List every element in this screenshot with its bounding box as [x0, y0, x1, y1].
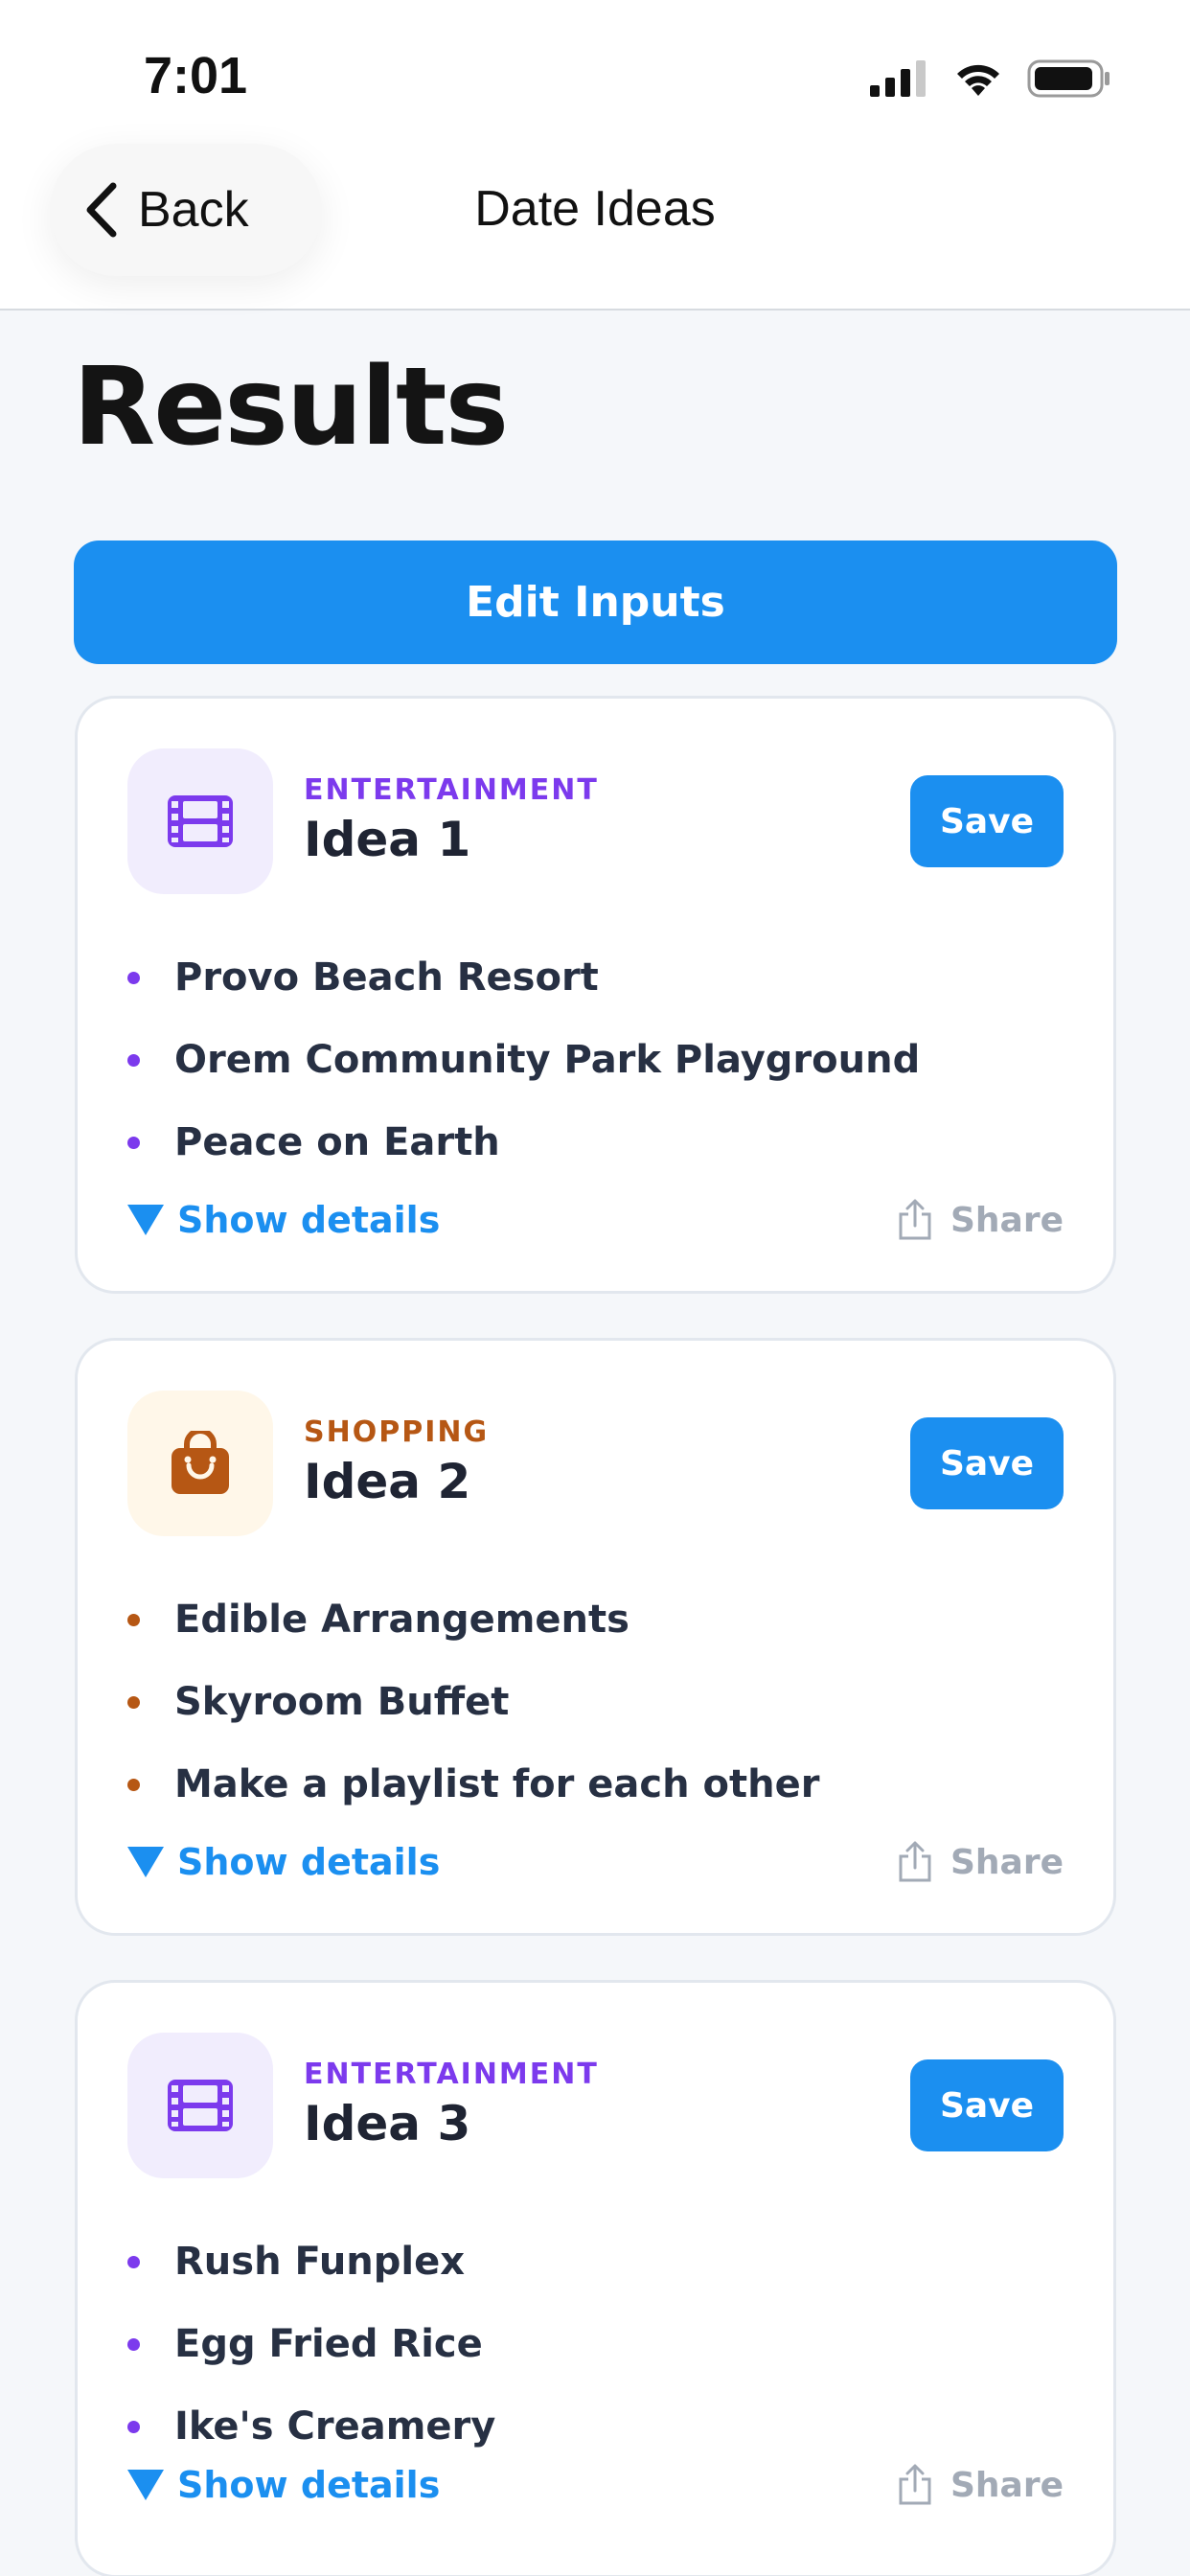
status-time: 7:01 — [144, 47, 248, 104]
triangle-down-icon — [127, 1205, 164, 1235]
show-details-toggle[interactable]: Show details — [127, 2464, 440, 2506]
show-details-toggle[interactable]: Show details — [127, 1199, 440, 1241]
triangle-down-icon — [127, 2470, 164, 2500]
list-item-text: Skyroom Buffet — [174, 1680, 510, 1724]
bullet — [127, 2337, 140, 2351]
list-item: Ike's Creamery — [127, 2385, 495, 2468]
idea-list: Rush Funplex Egg Fried Rice Ike's Creame… — [127, 2220, 495, 2468]
card-title: Idea 2 — [304, 1454, 471, 1509]
share-button[interactable]: Share — [897, 1841, 1064, 1883]
chevron-left-icon — [86, 182, 117, 238]
share-label: Share — [950, 1842, 1064, 1882]
save-button[interactable]: Save — [910, 1417, 1064, 1509]
shopping-bag-icon — [172, 1431, 229, 1494]
card-title: Idea 3 — [304, 2096, 471, 2151]
status-icons — [870, 59, 1111, 98]
bullet — [127, 1695, 140, 1709]
category-icon-box — [127, 748, 273, 894]
show-details-label: Show details — [177, 2464, 441, 2506]
share-icon — [899, 1199, 931, 1240]
list-item: Orem Community Park Playground — [127, 1019, 920, 1101]
film-icon — [168, 2080, 233, 2131]
back-label: Back — [138, 182, 249, 238]
bullet — [127, 1778, 140, 1791]
list-item: Rush Funplex — [127, 2220, 495, 2303]
list-item-text: Orem Community Park Playground — [174, 1038, 921, 1082]
card-category: SHOPPING — [304, 1415, 490, 1449]
list-item-text: Ike's Creamery — [174, 2404, 496, 2449]
list-item: Skyroom Buffet — [127, 1661, 819, 1743]
category-icon-box — [127, 1391, 273, 1536]
bullet — [127, 1136, 140, 1149]
card-category: ENTERTAINMENT — [304, 773, 599, 807]
list-item-text: Egg Fried Rice — [174, 2322, 483, 2366]
idea-list: Provo Beach Resort Orem Community Park P… — [127, 936, 920, 1184]
share-button[interactable]: Share — [897, 2464, 1064, 2506]
back-button[interactable]: Back — [50, 144, 322, 276]
save-button[interactable]: Save — [910, 775, 1064, 867]
idea-card: SHOPPING Idea 2 Save Edible Arrangements… — [75, 1338, 1116, 1936]
battery-icon — [1027, 59, 1110, 98]
triangle-down-icon — [127, 1847, 164, 1877]
wifi-icon — [957, 64, 999, 96]
nav-bar: Date Ideas Back — [0, 144, 1190, 310]
list-item-text: Rush Funplex — [174, 2240, 466, 2284]
status-bar: 7:01 — [0, 0, 1190, 144]
list-item: Provo Beach Resort — [127, 936, 920, 1019]
results-heading: Results — [73, 345, 509, 470]
list-item-text: Provo Beach Resort — [174, 955, 599, 1000]
idea-card: ENTERTAINMENT Idea 3 Save Rush Funplex E… — [75, 1980, 1116, 2576]
list-item-text: Edible Arrangements — [174, 1598, 629, 1642]
cellular-signal-icon — [870, 60, 926, 97]
bullet — [127, 2255, 140, 2268]
card-title: Idea 1 — [304, 812, 471, 867]
edit-inputs-button[interactable]: Edit Inputs — [74, 540, 1117, 664]
bullet — [127, 1053, 140, 1067]
bullet — [127, 2420, 140, 2433]
card-category: ENTERTAINMENT — [304, 2058, 599, 2091]
show-details-label: Show details — [177, 1841, 441, 1883]
idea-card: ENTERTAINMENT Idea 1 Save Provo Beach Re… — [75, 696, 1116, 1294]
list-item: Make a playlist for each other — [127, 1743, 819, 1826]
list-item: Peace on Earth — [127, 1101, 920, 1184]
list-item: Edible Arrangements — [127, 1578, 819, 1661]
screen: 7:01 Date Ideas Back Results Edit Inputs… — [0, 0, 1190, 2576]
idea-list: Edible Arrangements Skyroom Buffet Make … — [127, 1578, 819, 1826]
share-button[interactable]: Share — [897, 1199, 1064, 1241]
share-icon — [899, 1841, 931, 1882]
share-label: Share — [950, 2465, 1064, 2505]
list-item-text: Peace on Earth — [174, 1120, 500, 1164]
list-item-text: Make a playlist for each other — [174, 1762, 820, 1806]
save-button[interactable]: Save — [910, 2059, 1064, 2151]
list-item: Egg Fried Rice — [127, 2303, 495, 2385]
bullet — [127, 971, 140, 984]
bullet — [127, 1613, 140, 1626]
category-icon-box — [127, 2033, 273, 2178]
share-label: Share — [950, 1200, 1064, 1240]
show-details-label: Show details — [177, 1199, 441, 1241]
film-icon — [168, 795, 233, 847]
share-icon — [899, 2464, 931, 2505]
show-details-toggle[interactable]: Show details — [127, 1841, 440, 1883]
